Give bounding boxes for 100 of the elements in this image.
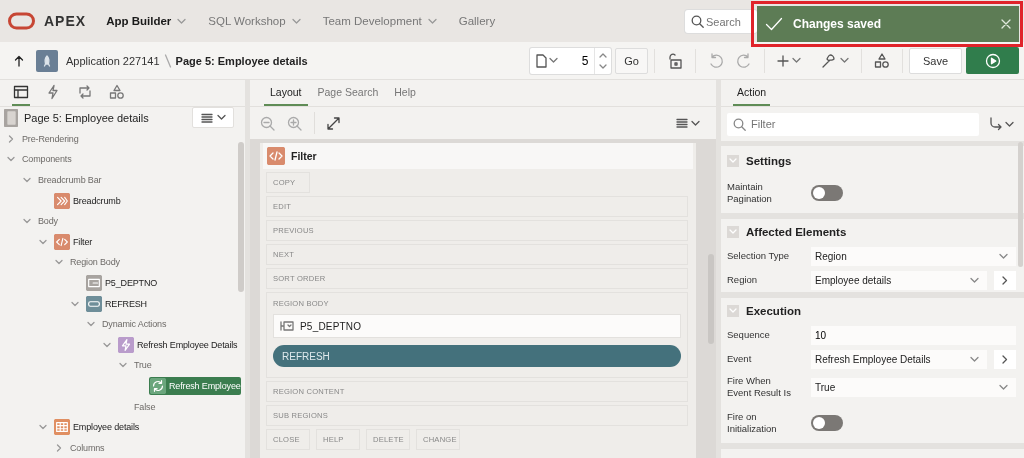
scrollbar[interactable]	[1018, 142, 1023, 267]
section-header[interactable]: Affected Elements	[721, 219, 1024, 244]
text-field[interactable]: 10	[811, 325, 1016, 345]
tab[interactable]: Layout	[264, 80, 308, 106]
tree-node[interactable]: Refresh Employee	[149, 376, 241, 395]
select-field[interactable]: True	[811, 377, 1016, 397]
tree-node[interactable]: Region Body	[69, 256, 120, 269]
zoom-out-button[interactable]	[260, 115, 275, 131]
separator-icon	[163, 53, 172, 68]
tree-node[interactable]: Components	[21, 153, 72, 166]
play-icon	[984, 52, 1001, 69]
nav-menu-item[interactable]: Gallery	[450, 0, 504, 42]
toggle-switch[interactable]	[811, 415, 843, 431]
scrollbar[interactable]	[238, 142, 244, 292]
property-label: Maintain Pagination	[727, 181, 773, 205]
action-icon	[150, 377, 166, 394]
wrench-icon	[821, 52, 837, 69]
property-label: Sequence	[727, 329, 771, 341]
tab[interactable]: Page Search	[311, 80, 385, 106]
tree-node[interactable]: False	[133, 400, 156, 413]
toast-message: Changes saved	[793, 17, 883, 31]
property-label: Selection Type	[727, 250, 791, 262]
page-title: Page 5: Employee details	[24, 111, 150, 124]
turn-arrow-icon	[989, 117, 1003, 131]
tree-node[interactable]: True	[133, 359, 152, 372]
tree-node[interactable]: Breadcrumb Bar	[37, 174, 102, 186]
nav-menu-item[interactable]: Team Development	[314, 0, 445, 42]
chevron-right-icon[interactable]	[54, 442, 64, 453]
caret-icon	[1005, 120, 1014, 128]
page-item[interactable]: P5_DEPTNO	[273, 314, 681, 338]
zoom-in-button[interactable]	[287, 115, 302, 131]
tree-node[interactable]: REFRESH	[85, 294, 147, 313]
go-to-button[interactable]	[994, 349, 1016, 369]
select-field[interactable]: Region	[811, 246, 1016, 266]
chevron-right-icon[interactable]	[6, 133, 16, 144]
caret-icon	[216, 114, 226, 122]
breadcrumb-link[interactable]: Application 227141	[66, 54, 160, 67]
item-icon	[86, 274, 102, 291]
section-header[interactable]: Settings	[721, 148, 1024, 173]
tree-node[interactable]: Employee details	[53, 418, 140, 437]
expand-button[interactable]	[327, 116, 340, 130]
plus-icon	[777, 54, 789, 67]
tree-node[interactable]: Breadcrumb	[53, 191, 121, 210]
zoom-out-icon	[260, 115, 275, 131]
run-button[interactable]	[966, 47, 1019, 74]
zoom-in-icon	[287, 115, 302, 131]
close-icon	[1001, 19, 1011, 29]
tree-menu-button[interactable]	[192, 107, 234, 129]
page-icon	[4, 108, 18, 127]
go-to-menu-button[interactable]	[989, 117, 1014, 131]
breadcrumb-current: Page 5: Employee details	[175, 54, 308, 67]
tree-node[interactable]: Filter	[53, 232, 93, 251]
page-selector[interactable]: 5	[530, 47, 612, 74]
dynamic-action-icon	[118, 336, 134, 353]
tab[interactable]: Action	[733, 80, 771, 106]
tree-node[interactable]: Refresh Employee Details	[117, 335, 238, 354]
select-list-icon	[280, 321, 294, 331]
select-field[interactable]: Employee details	[811, 270, 987, 290]
document-icon	[536, 53, 548, 68]
nav-menu-item[interactable]: SQL Workshop	[200, 0, 309, 42]
chevron-right-icon	[1002, 354, 1008, 364]
caret-icon	[792, 57, 801, 64]
select-field[interactable]: Refresh Employee Details	[811, 349, 987, 369]
tree-node[interactable]: Dynamic Actions	[101, 318, 167, 331]
nav-menu-item[interactable]: App Builder	[98, 0, 195, 42]
shapes-icon	[874, 52, 890, 69]
go-button[interactable]: Go	[615, 47, 648, 74]
go-to-button[interactable]	[994, 270, 1016, 290]
tree-node[interactable]: Body	[37, 215, 58, 228]
property-label: Event	[727, 353, 753, 365]
lock-icon	[667, 52, 683, 69]
save-button[interactable]: Save	[909, 47, 962, 74]
redo-icon	[736, 52, 752, 69]
chevron-down-icon	[729, 307, 737, 314]
report-icon	[54, 419, 70, 436]
toggle-switch[interactable]	[811, 185, 843, 201]
rocket-icon	[42, 54, 52, 67]
search-field[interactable]: Search	[685, 10, 757, 33]
close-button[interactable]	[1001, 19, 1011, 29]
region-icon	[267, 147, 285, 165]
up-arrow-icon	[14, 54, 24, 67]
shared-icon	[109, 84, 125, 100]
tree-node[interactable]: Columns	[69, 441, 105, 454]
button-icon	[86, 295, 102, 312]
expand-icon	[327, 116, 340, 130]
check-icon	[765, 17, 783, 31]
property-label: Fire on Initialization	[727, 411, 778, 435]
chevron-down-icon[interactable]	[22, 175, 32, 185]
tree-node[interactable]: P5_DEPTNO	[85, 273, 158, 292]
filter-field[interactable]: Filter	[727, 112, 979, 136]
page-button[interactable]: REFRESH	[273, 345, 681, 367]
menu-icon	[200, 112, 213, 123]
layout-menu-button[interactable]	[676, 118, 700, 128]
section-header[interactable]: Execution	[721, 298, 1024, 323]
property-label: Fire When Event Result Is	[727, 375, 792, 399]
property-label: Region	[727, 274, 759, 286]
tab[interactable]: Help	[388, 80, 422, 106]
tree-node[interactable]: Pre-Rendering	[21, 132, 79, 145]
oracle-logo-icon	[8, 12, 35, 30]
page-number-field[interactable]: 5	[562, 53, 595, 68]
